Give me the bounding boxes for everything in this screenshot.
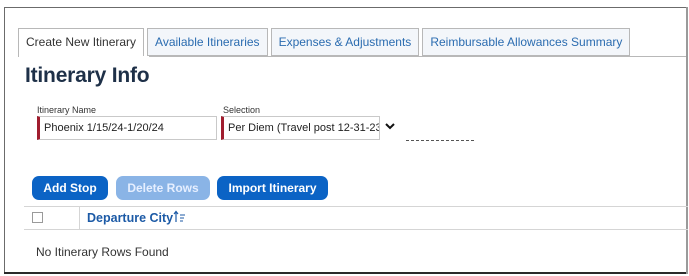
sort-ascending-icon[interactable] — [173, 210, 187, 224]
selection-dropdown[interactable]: Per Diem (Travel post 12-31-23) — [221, 116, 380, 140]
chevron-down-icon[interactable] — [384, 120, 396, 132]
select-all-checkbox[interactable] — [32, 212, 43, 223]
frame-shadow-right — [686, 7, 688, 274]
tab-available-itineraries[interactable]: Available Itineraries — [147, 28, 268, 56]
page-title: Itinerary Info — [25, 64, 150, 87]
dashed-separator — [406, 140, 474, 142]
tab-bar: Create New Itinerary Available Itinerari… — [18, 28, 631, 57]
column-header-departure-city[interactable]: Departure City — [87, 211, 173, 225]
empty-grid-message: No Itinerary Rows Found — [36, 245, 169, 259]
frame-shadow-bottom — [4, 272, 688, 274]
tab-reimbursable-allowances-summary[interactable]: Reimbursable Allowances Summary — [422, 28, 631, 56]
column-separator — [79, 207, 80, 229]
active-tab-gap — [19, 56, 149, 57]
import-itinerary-button[interactable]: Import Itinerary — [217, 176, 328, 200]
add-stop-button[interactable]: Add Stop — [32, 176, 108, 200]
delete-rows-button[interactable]: Delete Rows — [116, 176, 210, 200]
selection-label: Selection — [223, 105, 261, 115]
itinerary-name-input[interactable]: Phoenix 1/15/24-1/20/24 — [37, 116, 217, 140]
tab-create-new-itinerary[interactable]: Create New Itinerary — [18, 28, 145, 57]
itinerary-name-label: Itinerary Name — [37, 105, 97, 115]
tab-expenses-adjustments[interactable]: Expenses & Adjustments — [270, 28, 420, 56]
